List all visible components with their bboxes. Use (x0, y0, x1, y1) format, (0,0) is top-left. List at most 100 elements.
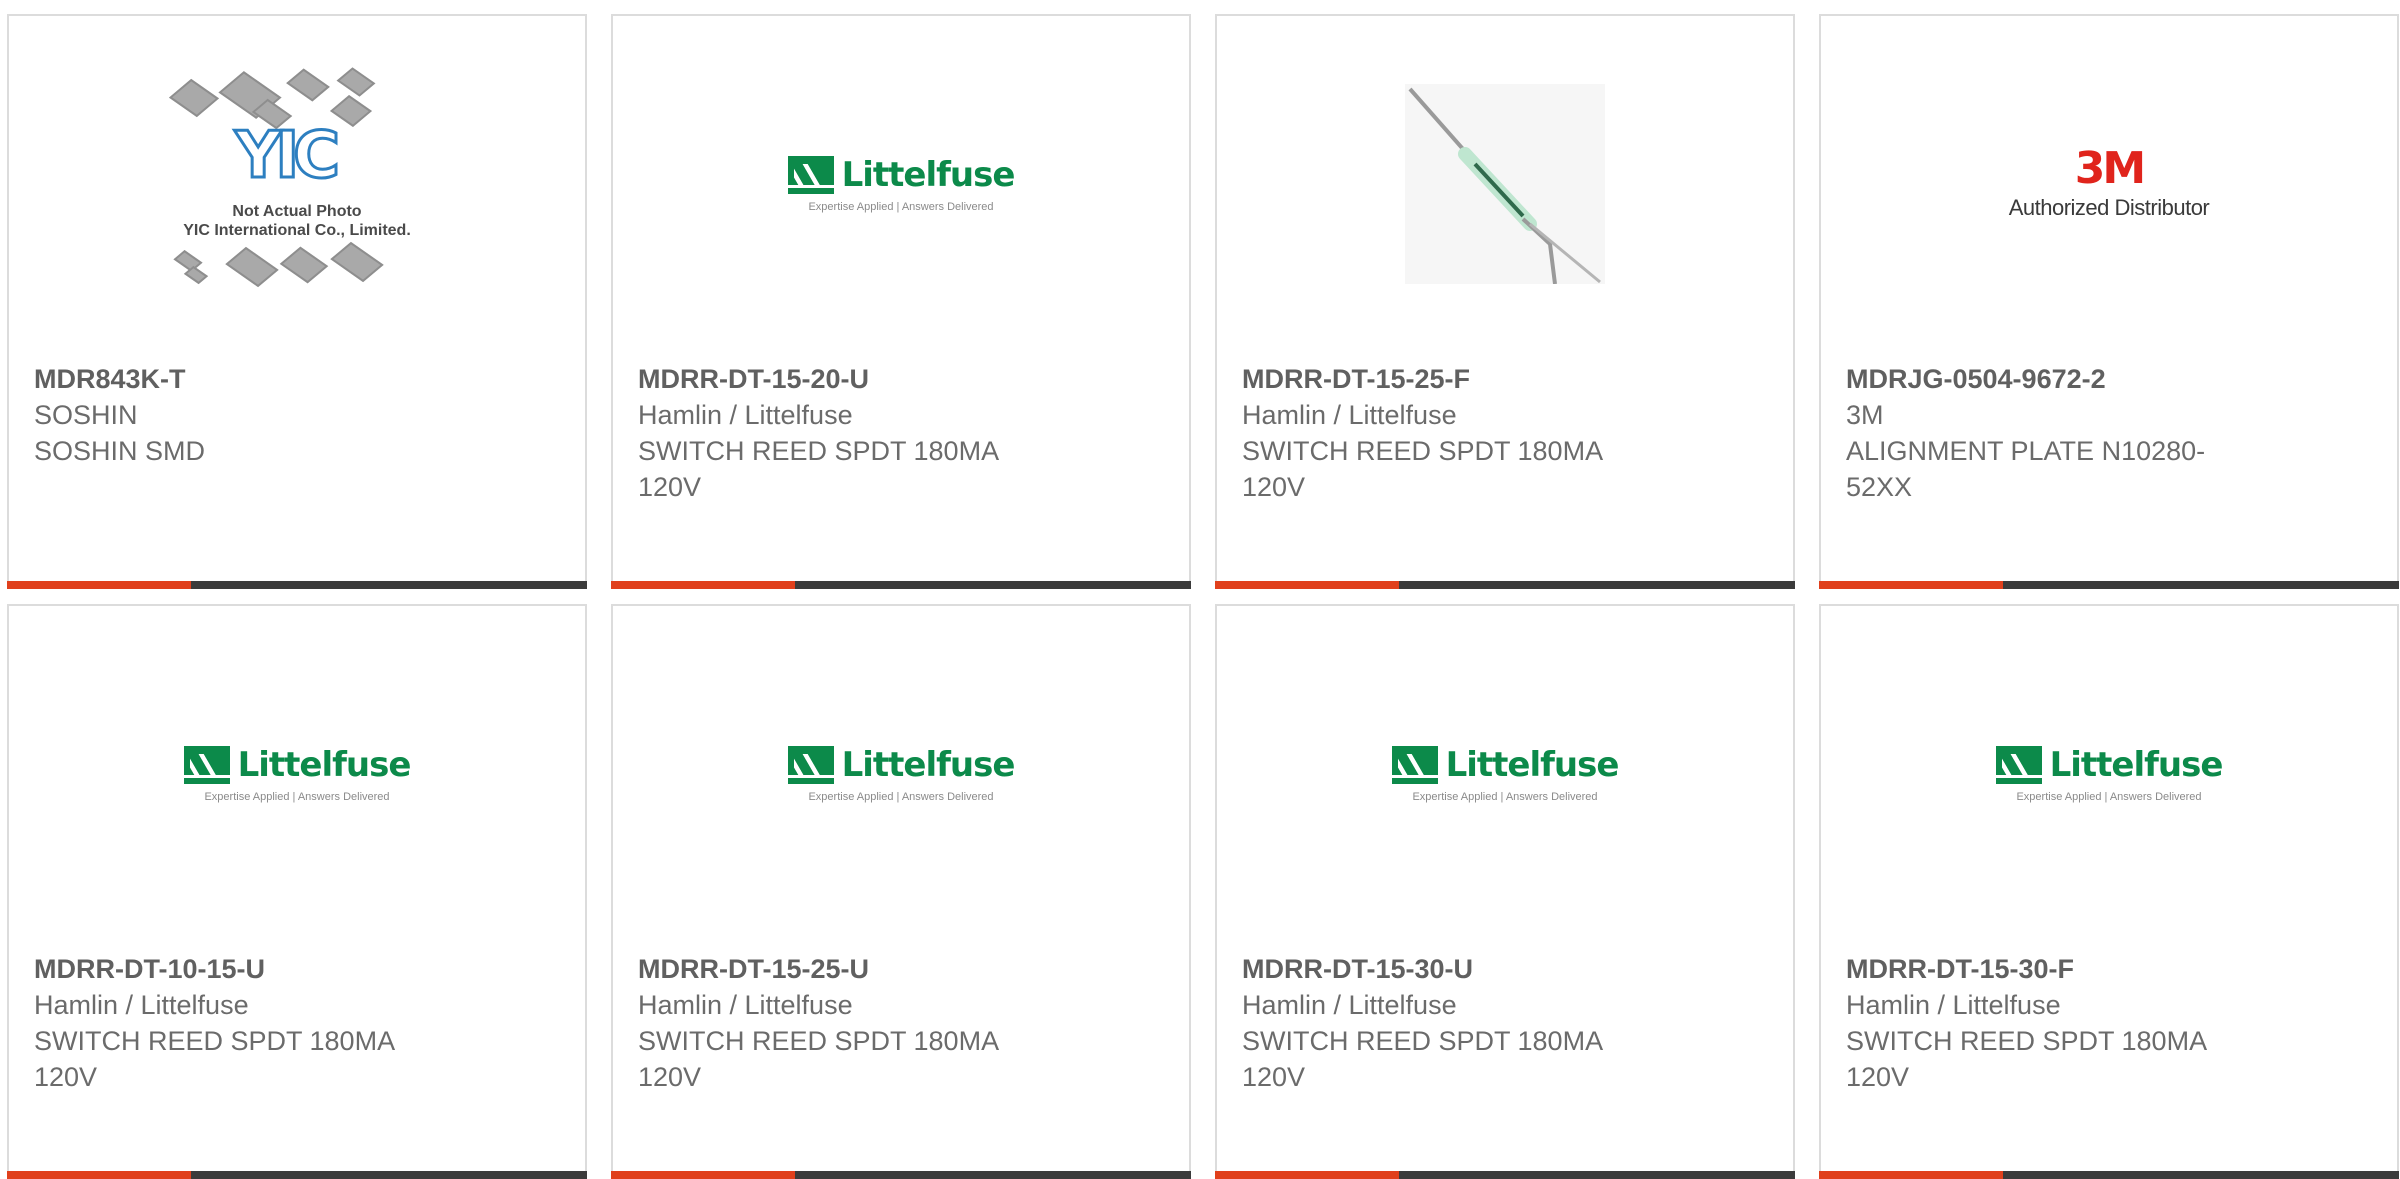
product-card[interactable]: Littelfuse Expertise Applied | Answers De… (1819, 604, 2399, 1179)
product-manufacturer: Hamlin / Littelfuse (638, 400, 853, 430)
product-part-number[interactable]: MDRR-DT-15-30-U (1242, 951, 1662, 987)
product-image[interactable]: Littelfuse Expertise Applied | Answers De… (1821, 606, 2397, 941)
product-info: MDRR-DT-10-15-U Hamlin / Littelfuse SWITCH… (34, 951, 454, 1095)
product-info: MDRJG-0504-9672-2 3M ALIGNMENT PLATE N1028… (1846, 361, 2266, 505)
product-description: SWITCH REED SPDT 180MA 120V (1242, 436, 1602, 502)
littelfuse-logo-name: Littelfuse (2049, 744, 2224, 785)
product-info: MDRR-DT-15-25-F Hamlin / Littelfuse SWITCH… (1242, 361, 1662, 505)
littelfuse-logo: Littelfuse Expertise Applied | Answers De… (787, 154, 1016, 213)
card-bottom-bar (1819, 581, 2399, 589)
product-info: MDRR-DT-15-25-U Hamlin / Littelfuse SWITCH… (638, 951, 1058, 1095)
card-bottom-bar (1819, 1171, 2399, 1179)
littelfuse-logo-name: Littelfuse (841, 154, 1016, 195)
product-image[interactable]: YIC Not Actual Photo YIC International Co.… (9, 16, 585, 351)
yic-product-image: YIC Not Actual Photo YIC International Co.… (157, 64, 437, 304)
card-bottom-bar (7, 1171, 587, 1179)
product-part-number[interactable]: MDR843K-T (34, 361, 454, 397)
littelfuse-logo-top: Littelfuse (787, 154, 1016, 195)
product-info: MDRR-DT-15-30-U Hamlin / Littelfuse SWITCH… (1242, 951, 1662, 1095)
littelfuse-logo-top: Littelfuse (787, 744, 1016, 785)
product-description: SWITCH REED SPDT 180MA 120V (1242, 1026, 1602, 1092)
littelfuse-logo: Littelfuse Expertise Applied | Answers De… (1995, 744, 2224, 803)
littelfuse-logo-name: Littelfuse (841, 744, 1016, 785)
card-accent-bar (1819, 581, 2003, 589)
littelfuse-logo-top: Littelfuse (1391, 744, 1620, 785)
product-image[interactable] (1217, 16, 1793, 351)
product-description: SWITCH REED SPDT 180MA 120V (34, 1026, 394, 1092)
product-info: MDRR-DT-15-20-U Hamlin / Littelfuse SWITCH… (638, 361, 1058, 505)
product-description: SWITCH REED SPDT 180MA 120V (1846, 1026, 2206, 1092)
product-grid: YIC Not Actual Photo YIC International Co.… (0, 0, 2400, 1179)
card-accent-bar (7, 581, 191, 589)
product-image[interactable]: Littelfuse Expertise Applied | Answers De… (613, 606, 1189, 941)
product-part-number[interactable]: MDRR-DT-15-25-U (638, 951, 1058, 987)
3m-logo-name: 3M (2074, 142, 2146, 194)
chip-icon (225, 246, 279, 287)
product-card[interactable]: MDRR-DT-15-25-F Hamlin / Littelfuse SWITCH… (1215, 14, 1795, 589)
product-part-number[interactable]: MDRR-DT-15-25-F (1242, 361, 1662, 397)
product-info: MDRR-DT-15-30-F Hamlin / Littelfuse SWITCH… (1846, 951, 2266, 1095)
product-card[interactable]: Littelfuse Expertise Applied | Answers De… (7, 604, 587, 1179)
product-image[interactable]: 3M Authorized Distributor (1821, 16, 2397, 351)
product-part-number[interactable]: MDRR-DT-15-30-F (1846, 951, 2266, 987)
yic-caption-line: Not Actual Photo (232, 202, 362, 220)
product-card[interactable]: 3M Authorized Distributor MDRJG-0504-9672-… (1819, 14, 2399, 589)
card-accent-bar (1215, 581, 1399, 589)
yic-logo: YIC (233, 117, 341, 194)
product-image[interactable]: Littelfuse Expertise Applied | Answers De… (1217, 606, 1793, 941)
littelfuse-mark-icon (183, 745, 230, 784)
littelfuse-logo: Littelfuse Expertise Applied | Answers De… (183, 745, 411, 803)
chip-icon (336, 66, 376, 97)
product-manufacturer: SOSHIN (34, 400, 138, 430)
littelfuse-mark-icon (1391, 745, 1438, 784)
card-bottom-bar (1215, 581, 1795, 589)
product-card[interactable]: YIC Not Actual Photo YIC International Co.… (7, 14, 587, 589)
product-manufacturer: Hamlin / Littelfuse (638, 990, 853, 1020)
card-bottom-bar (1215, 1171, 1795, 1179)
littelfuse-logo-top: Littelfuse (1995, 744, 2224, 785)
yic-image-caption: Not Actual Photo YIC International Co., L… (157, 202, 437, 240)
littelfuse-mark-icon (1995, 745, 2042, 784)
product-image[interactable]: Littelfuse Expertise Applied | Answers De… (9, 606, 585, 941)
product-manufacturer: 3M (1846, 400, 1884, 430)
product-image[interactable]: Littelfuse Expertise Applied | Answers De… (613, 16, 1189, 351)
product-description: SWITCH REED SPDT 180MA 120V (638, 1026, 998, 1092)
product-manufacturer: Hamlin / Littelfuse (1242, 400, 1457, 430)
card-bottom-bar (611, 581, 1191, 589)
card-accent-bar (1215, 1171, 1399, 1179)
reed-switch-image (1405, 83, 1605, 284)
product-card[interactable]: Littelfuse Expertise Applied | Answers De… (611, 604, 1191, 1179)
product-info: MDR843K-T SOSHIN SOSHIN SMD (34, 361, 454, 469)
card-accent-bar (7, 1171, 191, 1179)
product-part-number[interactable]: MDRR-DT-10-15-U (34, 951, 454, 987)
product-manufacturer: Hamlin / Littelfuse (1242, 990, 1457, 1020)
littelfuse-logo: Littelfuse Expertise Applied | Answers De… (1391, 744, 1620, 803)
chip-icon (330, 94, 372, 127)
card-bottom-bar (7, 581, 587, 589)
chip-icon (279, 246, 329, 283)
littelfuse-logo: Littelfuse Expertise Applied | Answers De… (787, 744, 1016, 803)
littelfuse-logo-name: Littelfuse (1445, 744, 1620, 785)
3m-logo-subtitle: Authorized Distributor (2008, 194, 2210, 220)
littelfuse-mark-icon (787, 745, 834, 784)
product-description: ALIGNMENT PLATE N10280-52XX (1846, 436, 2206, 502)
littelfuse-logo-tagline: Expertise Applied | Answers Delivered (808, 200, 994, 213)
product-manufacturer: Hamlin / Littelfuse (34, 990, 249, 1020)
yic-caption-line: YIC International Co., Limited. (183, 221, 411, 239)
product-card[interactable]: Littelfuse Expertise Applied | Answers De… (1215, 604, 1795, 1179)
product-part-number[interactable]: MDRR-DT-15-20-U (638, 361, 1058, 397)
littelfuse-logo-tagline: Expertise Applied | Answers Delivered (808, 790, 994, 803)
product-card[interactable]: Littelfuse Expertise Applied | Answers De… (611, 14, 1191, 589)
chip-icon (168, 78, 220, 117)
product-manufacturer: Hamlin / Littelfuse (1846, 990, 2061, 1020)
card-accent-bar (1819, 1171, 2003, 1179)
product-part-number[interactable]: MDRJG-0504-9672-2 (1846, 361, 2266, 397)
card-accent-bar (611, 581, 795, 589)
product-description: SOSHIN SMD (34, 436, 206, 466)
littelfuse-logo-top: Littelfuse (183, 745, 411, 785)
card-bottom-bar (611, 1171, 1191, 1179)
littelfuse-logo-tagline: Expertise Applied | Answers Delivered (1412, 790, 1598, 803)
3m-logo: 3M Authorized Distributor (2008, 142, 2210, 221)
littelfuse-logo-tagline: Expertise Applied | Answers Delivered (204, 790, 390, 803)
littelfuse-logo-tagline: Expertise Applied | Answers Delivered (2016, 790, 2202, 803)
